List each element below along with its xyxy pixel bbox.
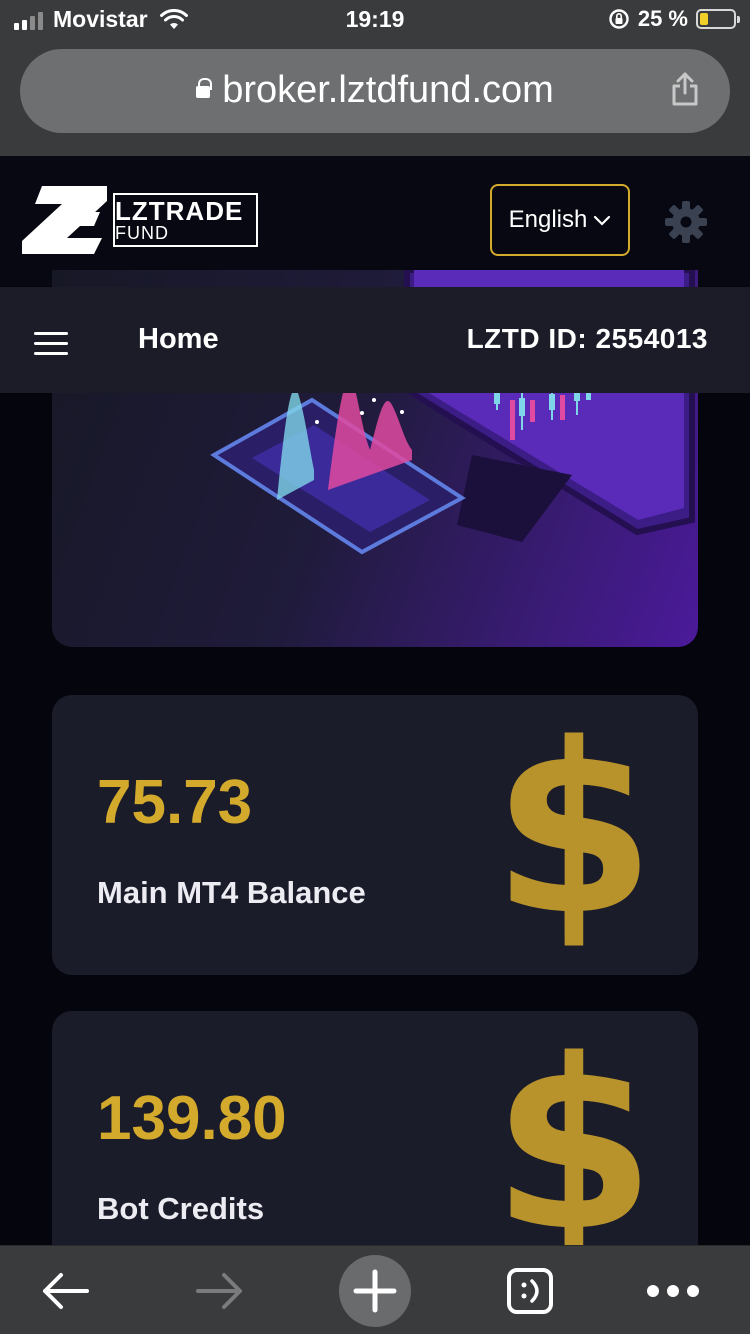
gear-icon[interactable] <box>664 200 708 244</box>
logo[interactable]: LZTRADE FUND <box>22 186 262 256</box>
more-dots-icon <box>647 1284 699 1297</box>
forward-button[interactable] <box>175 1246 265 1334</box>
back-button[interactable] <box>20 1246 110 1334</box>
dollar-icon: $ <box>492 695 656 967</box>
language-label: English <box>508 206 588 233</box>
browser-toolbar <box>0 1245 750 1334</box>
chevron-down-icon <box>594 215 611 226</box>
lztd-id: LZTD ID: 2554013 <box>466 323 708 354</box>
url-text: broker.lztdfund.com <box>222 69 554 111</box>
bot-credits-label: Bot Credits <box>97 1191 265 1226</box>
arrow-right-icon <box>196 1272 242 1309</box>
more-button[interactable] <box>628 1246 718 1334</box>
browser-chrome: Movistar 19:19 25 % broker.lztdfund.com <box>0 0 750 156</box>
balance-value: 75.73 <box>97 768 253 837</box>
bot-credits-card: 139.80 Bot Credits $ <box>52 1011 698 1271</box>
balance-label: Main MT4 Balance <box>97 875 366 910</box>
bot-credits-value: 139.80 <box>97 1084 287 1153</box>
url-display[interactable]: broker.lztdfund.com <box>20 69 730 112</box>
tabs-icon <box>507 1267 553 1314</box>
status-bar: Movistar 19:19 25 % <box>0 0 750 42</box>
new-tab-button[interactable] <box>330 1246 420 1334</box>
share-icon[interactable] <box>670 71 700 107</box>
arrow-left-icon <box>43 1272 89 1309</box>
address-bar[interactable]: broker.lztdfund.com <box>20 49 730 133</box>
plus-icon <box>339 1254 411 1327</box>
language-select[interactable]: English <box>490 184 630 256</box>
dollar-icon: $ <box>492 1011 656 1271</box>
battery-icon <box>696 9 740 29</box>
page-title: Home <box>138 323 219 355</box>
balance-card: 75.73 Main MT4 Balance $ <box>52 695 698 975</box>
menu-icon[interactable] <box>34 330 70 358</box>
battery-percent: 25 % <box>637 6 688 31</box>
tabs-button[interactable] <box>485 1246 575 1334</box>
orientation-lock-icon <box>609 9 629 29</box>
lock-icon <box>196 78 213 98</box>
logo-subtext: FUND <box>115 223 169 243</box>
